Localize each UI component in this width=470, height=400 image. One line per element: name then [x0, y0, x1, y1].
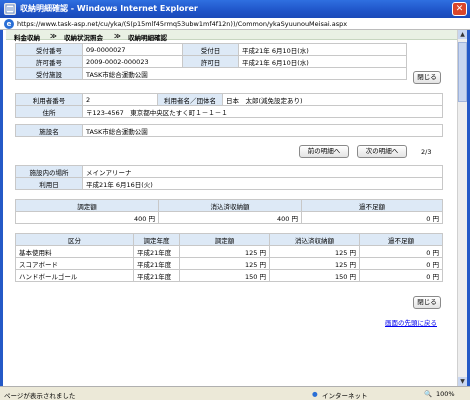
page-icon — [4, 3, 16, 15]
prev-detail-button[interactable]: 前の明細へ — [299, 145, 349, 158]
window-title-bar: 収納明細確認 - Windows Internet Explorer ✕ — [0, 0, 470, 18]
receipt-no-value: 09-0000027 — [82, 43, 183, 56]
row-year: 平成21年度 — [133, 257, 180, 270]
row-difference: 0 円 — [359, 269, 443, 282]
row-collected: 150 円 — [269, 269, 360, 282]
details-header-difference: 過不足額 — [359, 233, 443, 246]
status-bar: ページが表示されました ● インターネット 🔍 100% — [0, 386, 470, 400]
close-button-bottom[interactable]: 閉じる — [413, 296, 441, 309]
receipt-date-label: 受付日 — [182, 43, 239, 56]
permit-date-label: 許可日 — [182, 55, 239, 68]
pager-position: 2/3 — [421, 148, 432, 156]
row-assessed: 125 円 — [179, 257, 270, 270]
zoom-icon: 🔍 — [424, 390, 433, 398]
summary-assessed-value: 400 円 — [15, 211, 159, 224]
row-collected: 125 円 — [269, 257, 360, 270]
details-header-year: 調定年度 — [133, 233, 180, 246]
row-category: スコアボード — [15, 257, 134, 270]
content-frame: 料金収納 ≫ 収納状況照会 ≫ 収納明細確認 受付番号 09-0000027 受… — [0, 30, 470, 386]
usage-table: 施設内の場所 メインアリーナ 利用日 平成21年 6月16日(火) — [15, 165, 443, 190]
row-assessed: 150 円 — [179, 269, 270, 282]
row-assessed: 125 円 — [179, 245, 270, 258]
url-text[interactable]: https://www.task-asp.net/cu/yka/(S(p15ml… — [17, 20, 347, 28]
address-label: 住所 — [15, 105, 83, 118]
row-category: 基本使用料 — [15, 245, 134, 258]
status-zone: インターネット — [322, 392, 368, 400]
details-header-assessed: 調定額 — [179, 233, 270, 246]
window-close-button[interactable]: ✕ — [452, 2, 467, 16]
facility-name-value: TASK市総合運動公園 — [82, 124, 443, 137]
address-value: 〒123-4567 東京都中央区たすく町１－１－１ — [82, 105, 443, 118]
row-difference: 0 円 — [359, 257, 443, 270]
breadcrumb-item-payments[interactable]: 料金収納 — [14, 32, 40, 42]
summary-collected-value: 400 円 — [158, 211, 302, 224]
details-header-category: 区分 — [15, 233, 134, 246]
summary-table: 調定額 消込済収納額 過不足額 400 円 400 円 0 円 — [15, 199, 443, 224]
ie-icon: e — [4, 19, 14, 29]
breadcrumb-item-detail: 収納明細確認 — [128, 34, 167, 42]
table-row: 基本使用料 平成21年度 125 円 125 円 0 円 — [15, 245, 443, 258]
breadcrumb-separator: ≫ — [114, 32, 121, 40]
summary-header-difference: 過不足額 — [301, 199, 443, 212]
next-detail-button[interactable]: 次の明細へ — [357, 145, 407, 158]
receipt-date-value: 平成21年 6月10日(水) — [238, 43, 407, 56]
window-title: 収納明細確認 - Windows Internet Explorer — [20, 4, 198, 13]
scroll-thumb[interactable] — [458, 42, 467, 102]
permit-info-table: 受付番号 09-0000027 受付日 平成21年 6月10日(水) 許可番号 … — [15, 43, 407, 80]
breadcrumb-separator: ≫ — [50, 32, 57, 40]
scroll-up-icon[interactable]: ▲ — [458, 30, 467, 39]
row-year: 平成21年度 — [133, 245, 180, 258]
status-zoom[interactable]: 100% — [436, 390, 455, 398]
user-info-table: 利用者番号 2 利用者名／団体名 日本 太郎(減免設定あり) 住所 〒123-4… — [15, 93, 443, 118]
user-no-value: 2 — [82, 93, 158, 106]
user-name-label: 利用者名／団体名 — [157, 93, 223, 106]
details-header-collected: 消込済収納額 — [269, 233, 360, 246]
status-message: ページが表示されました — [4, 392, 76, 400]
summary-difference-value: 0 円 — [301, 211, 443, 224]
address-bar[interactable]: e https://www.task-asp.net/cu/yka/(S(p15… — [0, 18, 470, 30]
facility-name-label: 施設名 — [15, 124, 83, 137]
details-table: 区分 調定年度 調定額 消込済収納額 過不足額 基本使用料 平成21年度 125… — [15, 233, 443, 282]
facility-table: 施設名 TASK市総合運動公園 — [15, 124, 443, 137]
row-year: 平成21年度 — [133, 269, 180, 282]
scroll-down-icon[interactable]: ▼ — [458, 377, 467, 386]
receipt-no-label: 受付番号 — [15, 43, 83, 56]
row-difference: 0 円 — [359, 245, 443, 258]
globe-icon: ● — [312, 390, 318, 398]
user-name-value: 日本 太郎(減免設定あり) — [222, 93, 443, 106]
row-collected: 125 円 — [269, 245, 360, 258]
table-row: スコアボード 平成21年度 125 円 125 円 0 円 — [15, 257, 443, 270]
breadcrumb-item-status[interactable]: 収納状況照会 — [64, 32, 103, 42]
facility-value: TASK市総合運動公園 — [82, 67, 407, 80]
place-label: 施設内の場所 — [15, 165, 83, 178]
user-no-label: 利用者番号 — [15, 93, 83, 106]
usage-date-value: 平成21年 6月16日(火) — [82, 177, 443, 190]
breadcrumb: 料金収納 ≫ 収納状況照会 ≫ 収納明細確認 — [6, 30, 460, 42]
permit-date-value: 平成21年 6月10日(水) — [238, 55, 407, 68]
usage-date-label: 利用日 — [15, 177, 83, 190]
vertical-scrollbar[interactable]: ▲ ▼ — [457, 30, 467, 386]
row-category: ハンドボールゴール — [15, 269, 134, 282]
permit-no-label: 許可番号 — [15, 55, 83, 68]
permit-no-value: 2009-0002-000023 — [82, 55, 183, 68]
summary-header-assessed: 調定額 — [15, 199, 159, 212]
summary-header-collected: 消込済収納額 — [158, 199, 302, 212]
facility-label: 受付施設 — [15, 67, 83, 80]
table-row: ハンドボールゴール 平成21年度 150 円 150 円 0 円 — [15, 269, 443, 282]
back-to-top-link[interactable]: 画面の先頭に戻る — [385, 317, 437, 327]
close-button-top[interactable]: 閉じる — [413, 71, 441, 84]
place-value: メインアリーナ — [82, 165, 443, 178]
